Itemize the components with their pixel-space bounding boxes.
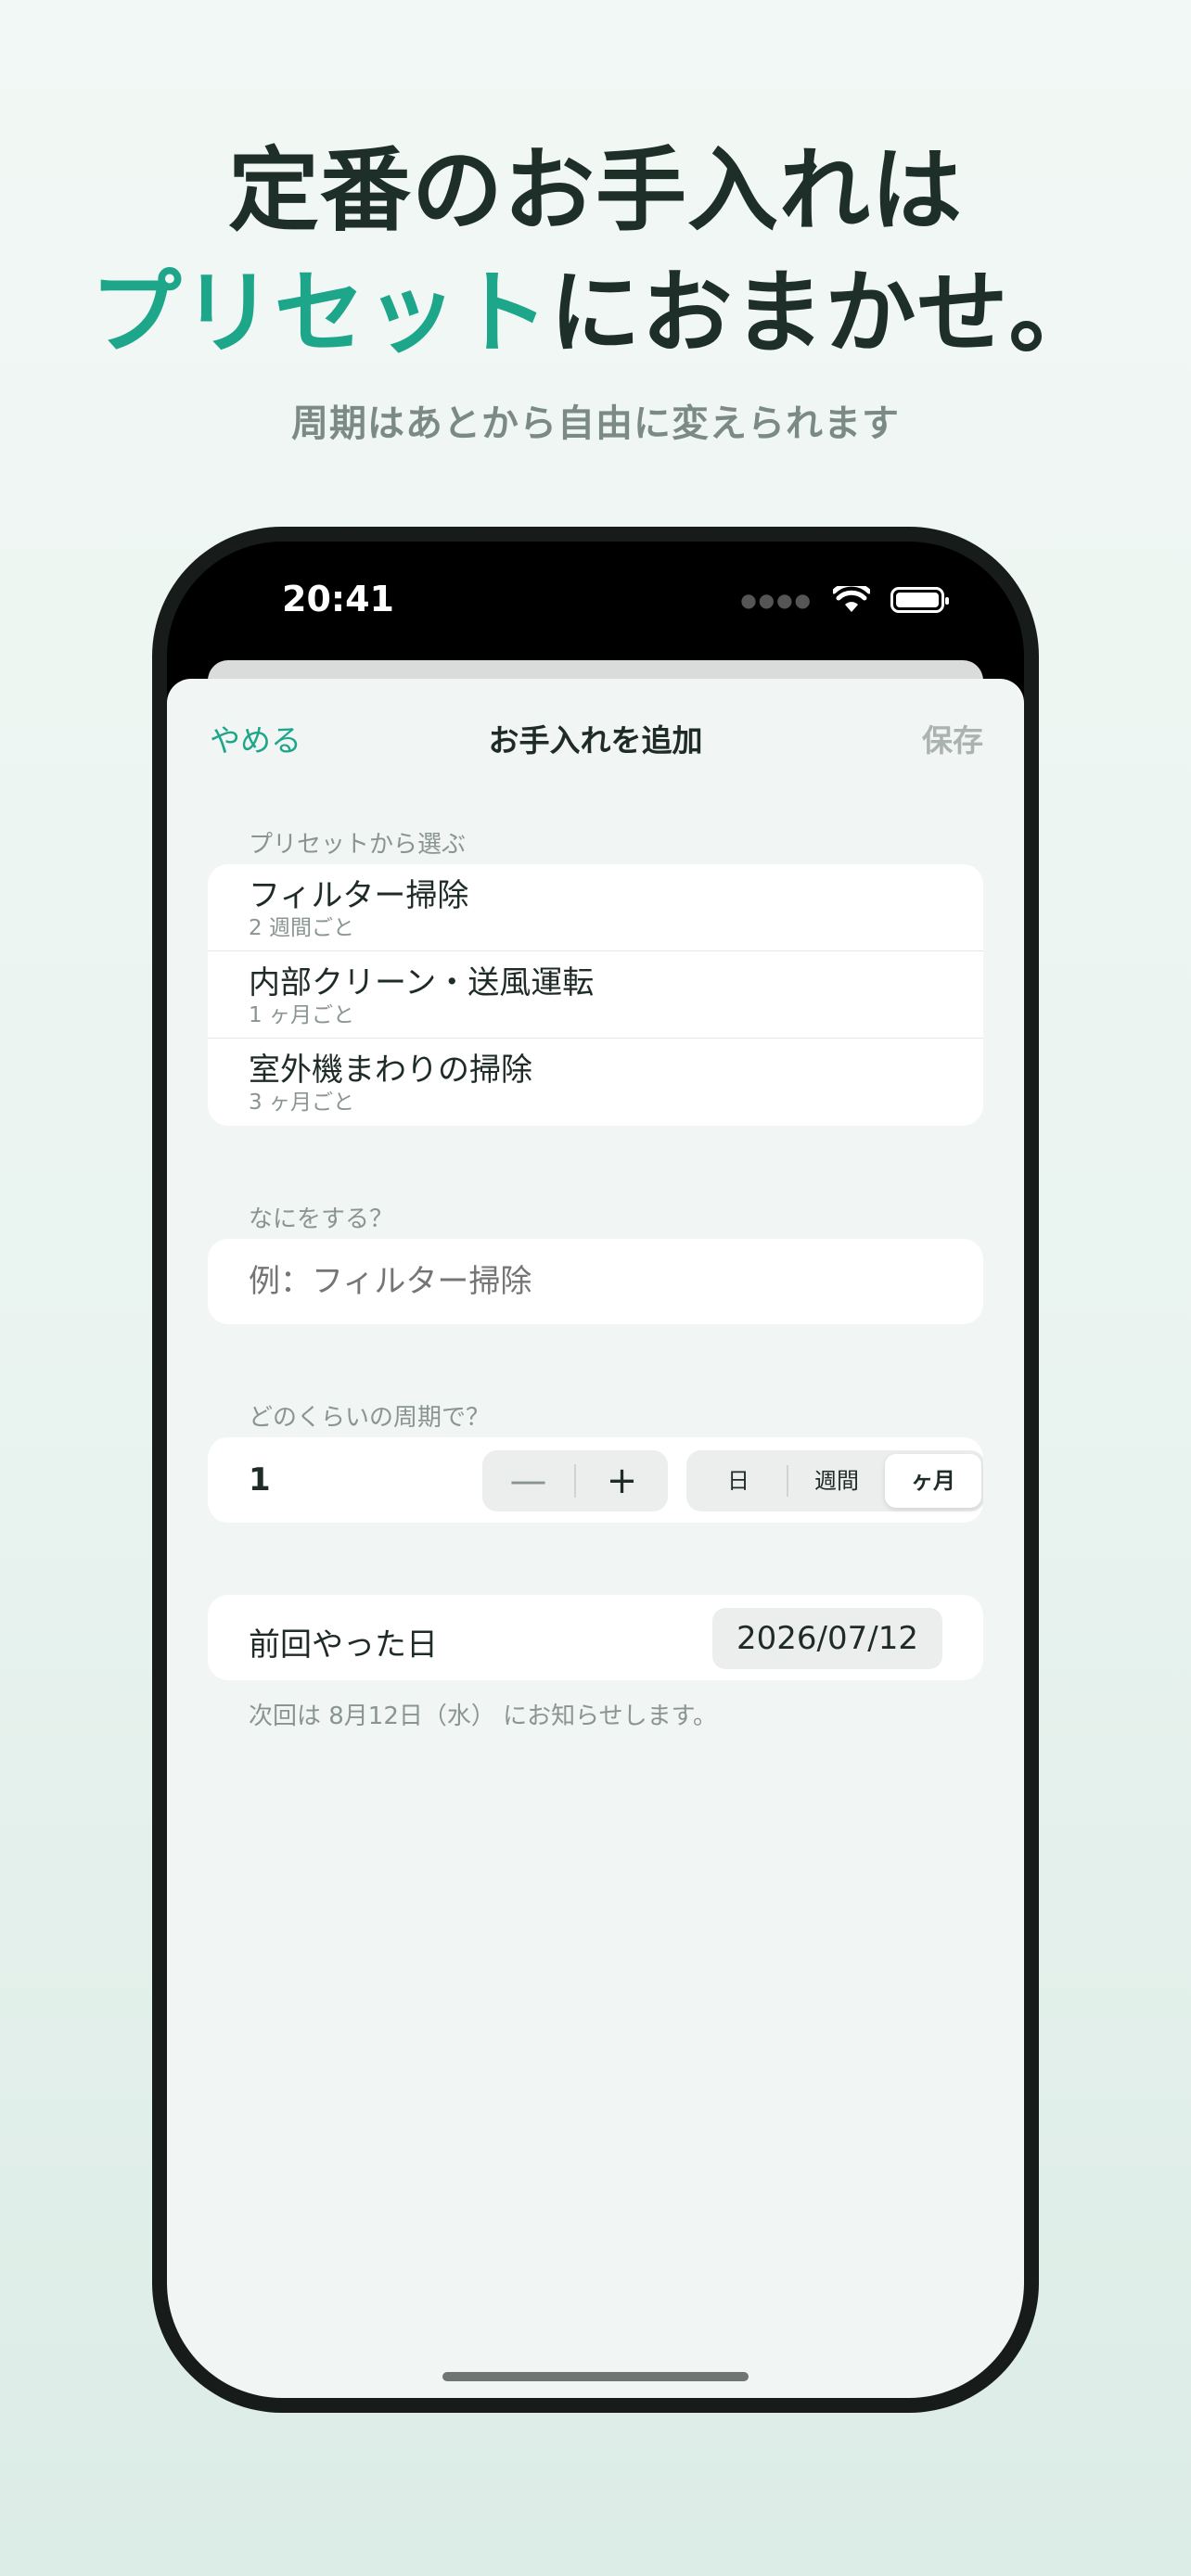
unit-segmented-control: 日 週間 ヶ月 — [686, 1450, 983, 1511]
promo-headline: 定番のお手入れは プリセットにおまかせ。 — [0, 130, 1191, 375]
decrement-button[interactable]: — — [482, 1450, 574, 1511]
frequency-card: 1 — + 日 週間 ヶ月 — [208, 1437, 983, 1523]
preset-title: 室外機まわりの掃除 — [249, 1052, 532, 1089]
next-notice-text: 次回は 8月12日（水） にお知らせします。 — [249, 1702, 718, 1730]
nav-bar: やめる お手入れを追加 保存 — [167, 679, 1024, 794]
home-indicator — [442, 2372, 749, 2381]
frequency-stepper: — + — [482, 1450, 668, 1511]
preset-item-internal-clean[interactable]: 内部クリーン・送風運転 1 ヶ月ごと — [208, 951, 983, 1039]
last-done-row: 前回やった日 2026/07/12 — [208, 1595, 983, 1680]
task-section-label: なにをする？ — [249, 1205, 394, 1233]
frequency-section-label: どのくらいの周期で？ — [249, 1404, 491, 1432]
cellular-signal-icon: ●●●● — [740, 589, 813, 611]
increment-button[interactable]: + — [576, 1450, 668, 1511]
preset-title: 内部クリーン・送風運転 — [249, 964, 595, 1001]
last-done-card: 前回やった日 2026/07/12 — [208, 1595, 983, 1680]
status-icons: ●●●● — [740, 586, 949, 614]
preset-list: フィルター掃除 2 週間ごと 内部クリーン・送風運転 1 ヶ月ごと 室外機まわり… — [208, 864, 983, 1126]
task-card — [208, 1239, 983, 1324]
preset-interval: 3 ヶ月ごと — [249, 1090, 354, 1115]
task-name-input[interactable] — [208, 1239, 983, 1324]
last-done-date-picker[interactable]: 2026/07/12 — [712, 1608, 942, 1669]
frequency-count: 1 — [249, 1461, 271, 1498]
cancel-button[interactable]: やめる — [210, 716, 301, 760]
headline-line-1: 定番のお手入れは — [227, 138, 963, 244]
headline-line-2: プリセットにおまかせ。 — [0, 252, 1191, 375]
status-time: 20:41 — [282, 579, 394, 619]
phone-screen: 20:41 ●●●● やめる お手入れを追加 保存 プリセットから選ぶ フィルタ… — [167, 542, 1024, 2398]
promo-subheadline: 周期はあとから自由に変えられます — [291, 402, 900, 445]
headline-line-2-rest: におまかせ。 — [549, 261, 1101, 366]
preset-item-filter[interactable]: フィルター掃除 2 週間ごと — [208, 864, 983, 951]
unit-option-month[interactable]: ヶ月 — [885, 1454, 981, 1508]
preset-section-label: プリセットから選ぶ — [249, 831, 467, 859]
wifi-icon — [833, 586, 870, 612]
preset-interval: 1 ヶ月ごと — [249, 1003, 354, 1027]
add-care-sheet: やめる お手入れを追加 保存 プリセットから選ぶ フィルター掃除 2 週間ごと … — [167, 679, 1024, 2398]
battery-icon — [890, 587, 949, 613]
save-button[interactable]: 保存 — [922, 716, 983, 760]
frequency-row: 1 — + 日 週間 ヶ月 — [208, 1437, 983, 1523]
preset-title: フィルター掃除 — [249, 877, 469, 914]
preset-interval: 2 週間ごと — [249, 916, 354, 940]
headline-accent: プリセット — [90, 261, 550, 366]
last-done-label: 前回やった日 — [249, 1626, 438, 1664]
preset-item-outdoor-unit[interactable]: 室外機まわりの掃除 3 ヶ月ごと — [208, 1039, 983, 1126]
unit-option-day[interactable]: 日 — [690, 1454, 787, 1508]
unit-option-week[interactable]: 週間 — [788, 1454, 885, 1508]
